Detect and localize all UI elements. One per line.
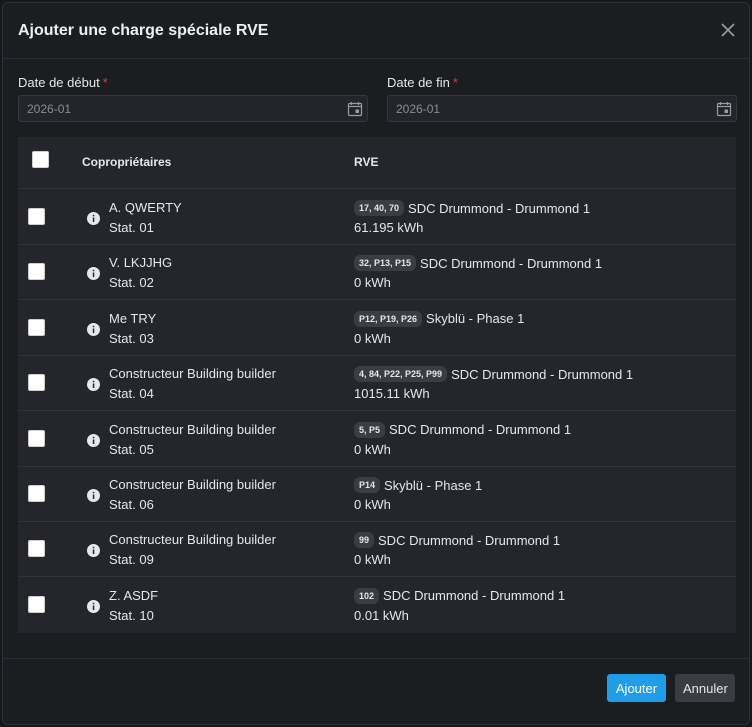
rve-consumption: 61.195 kWh xyxy=(354,220,424,235)
units-badge: P14 xyxy=(354,477,381,493)
owner-name: Me TRY xyxy=(109,310,157,326)
row-checkbox[interactable] xyxy=(28,540,45,558)
row-checkbox[interactable] xyxy=(28,318,45,336)
dialog-footer: Ajouter Annuler xyxy=(3,658,749,724)
rve-consumption: 0 kWh xyxy=(354,441,391,457)
owner-name: Constructeur Building builder xyxy=(109,421,276,437)
units-badge: 17, 40, 70 xyxy=(354,200,405,216)
rve-name: SDC Drummond - Drummond 1 xyxy=(408,200,591,216)
row-checkbox[interactable] xyxy=(28,485,45,502)
rve-line: 99 SDC Drummond - Drummond 1 xyxy=(354,532,561,549)
owners-table: Copropriétaires RVE A. QWERTY Stat. 01 1… xyxy=(18,137,736,633)
row-checkbox[interactable] xyxy=(28,595,45,613)
add-button[interactable]: Ajouter xyxy=(607,674,666,702)
table-row[interactable]: A. QWERTY Stat. 01 17, 40, 70 SDC Drummo… xyxy=(18,190,736,245)
rve-consumption: 0 kWh xyxy=(354,552,391,568)
select-all-checkbox[interactable] xyxy=(32,151,49,168)
table-row[interactable]: Me TRY Stat. 03 P12, P19, P26 Skyblü - P… xyxy=(18,301,736,356)
owner-station: Stat. 04 xyxy=(109,386,154,402)
owner-name: Constructeur Building builder xyxy=(109,477,276,492)
table-header: Copropriétaires RVE xyxy=(18,137,736,189)
table-row[interactable]: Constructeur Building builder Stat. 09 9… xyxy=(18,522,736,578)
owner-station: Stat. 10 xyxy=(109,607,154,623)
rve-consumption: 1015.11 kWh xyxy=(354,386,430,402)
start-date-input[interactable] xyxy=(19,96,339,121)
rve-consumption: 0 kWh xyxy=(354,497,391,512)
rve-name: Skyblü - Phase 1 xyxy=(384,477,483,493)
owner-station: Stat. 06 xyxy=(109,497,154,512)
rve-line: 4, 84, P22, P25, P99 SDC Drummond - Drum… xyxy=(354,366,634,383)
rve-consumption: 0.01 kWh xyxy=(354,607,409,623)
owner-name: Constructeur Building builder xyxy=(109,366,276,382)
dialog-header: Ajouter une charge spéciale RVE xyxy=(3,3,749,59)
cancel-button[interactable]: Annuler xyxy=(675,674,735,702)
info-icon[interactable] xyxy=(87,544,100,558)
rve-name: SDC Drummond - Drummond 1 xyxy=(420,255,603,271)
rve-name: SDC Drummond - Drummond 1 xyxy=(378,532,561,548)
start-date-field[interactable] xyxy=(18,95,368,122)
end-date-field[interactable] xyxy=(387,95,737,122)
row-checkbox[interactable] xyxy=(28,263,45,281)
info-icon[interactable] xyxy=(87,267,100,281)
info-icon[interactable] xyxy=(87,599,100,613)
rve-line: 102 SDC Drummond - Drummond 1 xyxy=(354,587,566,604)
row-checkbox[interactable] xyxy=(28,208,45,225)
owner-name: Constructeur Building builder xyxy=(109,532,276,548)
row-checkbox[interactable] xyxy=(28,429,45,447)
start-date-label: Date de début * xyxy=(18,75,108,90)
rve-line: 5, P5 SDC Drummond - Drummond 1 xyxy=(354,421,572,438)
units-badge: 32, P13, P15 xyxy=(354,255,417,272)
calendar-icon[interactable] xyxy=(347,101,363,117)
units-badge: 102 xyxy=(354,587,380,604)
end-date-label: Date de fin * xyxy=(387,75,458,90)
close-icon[interactable] xyxy=(717,19,739,41)
table-row[interactable]: Constructeur Building builder Stat. 04 4… xyxy=(18,356,736,412)
info-icon[interactable] xyxy=(87,378,100,392)
required-mark: * xyxy=(452,75,458,90)
rve-consumption: 0 kWh xyxy=(354,330,391,346)
info-icon[interactable] xyxy=(87,322,100,336)
rve-consumption: 0 kWh xyxy=(354,275,391,291)
units-badge: 4, 84, P22, P25, P99 xyxy=(354,366,448,383)
units-badge: 5, P5 xyxy=(354,421,386,438)
row-checkbox[interactable] xyxy=(28,374,45,392)
start-date-label-text: Date de début xyxy=(18,75,100,90)
table-row[interactable]: Constructeur Building builder Stat. 05 5… xyxy=(18,412,736,467)
info-icon[interactable] xyxy=(87,489,100,502)
rve-name: Skyblü - Phase 1 xyxy=(426,311,525,327)
info-icon[interactable] xyxy=(87,212,100,225)
rve-line: P14 Skyblü - Phase 1 xyxy=(354,477,482,493)
table-row[interactable]: Z. ASDF Stat. 10 102 SDC Drummond - Drum… xyxy=(18,578,736,633)
info-icon[interactable] xyxy=(87,433,100,447)
rve-name: SDC Drummond - Drummond 1 xyxy=(451,366,634,382)
rve-line: P12, P19, P26 Skyblü - Phase 1 xyxy=(354,310,525,327)
column-header-rve: RVE xyxy=(354,155,379,169)
dialog: Ajouter une charge spéciale RVE Date de … xyxy=(2,2,750,725)
rve-line: 32, P13, P15 SDC Drummond - Drummond 1 xyxy=(354,255,603,272)
end-date-input[interactable] xyxy=(388,96,708,121)
owner-station: Stat. 09 xyxy=(109,552,154,568)
owner-station: Stat. 02 xyxy=(109,275,154,291)
owner-station: Stat. 05 xyxy=(109,441,154,457)
calendar-icon[interactable] xyxy=(716,101,732,117)
rve-name: SDC Drummond - Drummond 1 xyxy=(383,588,566,604)
units-badge: P12, P19, P26 xyxy=(354,310,423,327)
end-date-label-text: Date de fin xyxy=(387,75,450,90)
column-header-owners: Copropriétaires xyxy=(82,155,172,169)
dialog-title: Ajouter une charge spéciale RVE xyxy=(18,22,269,39)
owner-name: V. LKJJHG xyxy=(109,255,173,271)
rve-name: SDC Drummond - Drummond 1 xyxy=(389,422,572,438)
owner-name: A. QWERTY xyxy=(109,200,182,215)
table-row[interactable]: Constructeur Building builder Stat. 06 P… xyxy=(18,467,736,522)
required-mark: * xyxy=(102,75,108,90)
owner-name: Z. ASDF xyxy=(109,587,159,603)
units-badge: 99 xyxy=(354,532,375,549)
table-row[interactable]: V. LKJJHG Stat. 02 32, P13, P15 SDC Drum… xyxy=(18,245,736,301)
owner-station: Stat. 01 xyxy=(109,220,154,235)
owner-station: Stat. 03 xyxy=(109,330,154,346)
rve-line: 17, 40, 70 SDC Drummond - Drummond 1 xyxy=(354,200,590,216)
